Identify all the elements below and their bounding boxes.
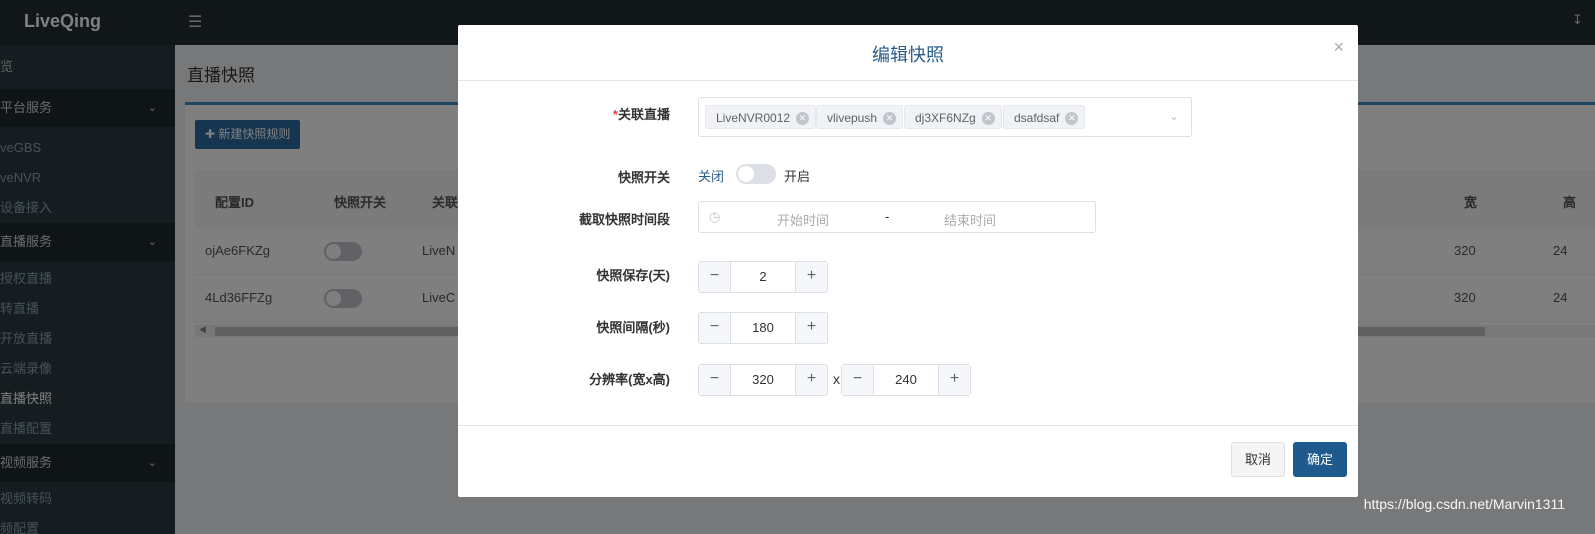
snapshot-switch-label: 快照开关 (617, 170, 670, 185)
edit-snapshot-dialog: 编辑快照 × *关联直播 LiveNVR0012 ✕ vlivepush ✕ dj3… (458, 25, 1358, 497)
resolution-width-input[interactable]: 320 (731, 372, 795, 387)
decrement-button[interactable]: − (699, 262, 731, 292)
interval-input[interactable]: 180 (731, 320, 795, 335)
snapshot-switch[interactable] (736, 164, 776, 184)
clock-icon: ◷ (709, 209, 721, 224)
live-tag-label: LiveNVR0012 (716, 111, 791, 125)
live-tag-label: dsafdsaf (1014, 111, 1060, 125)
dialog-title: 编辑快照 (872, 45, 944, 65)
switch-off-label[interactable]: 关闭 (698, 166, 724, 185)
interval-label: 快照间隔(秒) (596, 320, 670, 335)
dialog-header: 编辑快照 × (458, 25, 1358, 81)
tag-close-icon[interactable]: ✕ (981, 112, 995, 126)
related-live-select[interactable]: LiveNVR0012 ✕ vlivepush ✕ dj3XF6NZg ✕ dsafd… (698, 97, 1192, 137)
increment-button[interactable]: + (795, 313, 827, 343)
resolution-separator: x (833, 371, 840, 387)
related-live-label: *关联直播 (458, 104, 670, 123)
resolution-width-stepper: − 320 + (698, 364, 828, 396)
decrement-button[interactable]: − (699, 313, 731, 343)
keep-days-label: 快照保存(天) (596, 268, 670, 283)
chevron-down-icon[interactable]: ⌄ (1169, 109, 1179, 123)
interval-stepper: − 180 + (698, 312, 828, 344)
time-range-label: 截取快照时间段 (578, 212, 670, 227)
decrement-button[interactable]: − (699, 365, 731, 395)
live-tag: vlivepush ✕ (816, 105, 904, 129)
time-range-picker[interactable]: ◷ 开始时间 - 结束时间 (698, 201, 1096, 233)
increment-button[interactable]: + (795, 365, 827, 395)
keep-days-input[interactable]: 2 (731, 269, 795, 284)
start-time-input[interactable]: 开始时间 (777, 210, 829, 229)
switch-on-label[interactable]: 开启 (784, 166, 810, 185)
live-tag-label: dj3XF6NZg (915, 111, 976, 125)
live-tag: dj3XF6NZg ✕ (904, 105, 1002, 129)
related-live-label-text: 关联直播 (617, 107, 670, 122)
confirm-button[interactable]: 确定 (1293, 442, 1347, 477)
close-icon[interactable]: × (1333, 37, 1344, 58)
live-tag: LiveNVR0012 ✕ (705, 105, 817, 129)
dialog-footer: 取消 确定 (458, 425, 1358, 497)
tag-close-icon[interactable]: ✕ (796, 112, 810, 126)
live-tag-label: vlivepush (827, 111, 878, 125)
resolution-height-input[interactable]: 240 (874, 372, 938, 387)
tag-close-icon[interactable]: ✕ (1065, 112, 1079, 126)
tag-close-icon[interactable]: ✕ (883, 112, 897, 126)
increment-button[interactable]: + (938, 365, 970, 395)
resolution-label: 分辨率(宽x高) (589, 372, 670, 387)
end-time-input[interactable]: 结束时间 (944, 210, 996, 229)
watermark-text: https://blog.csdn.net/Marvin1311 (1363, 496, 1565, 512)
keep-days-stepper: − 2 + (698, 261, 828, 293)
resolution-height-stepper: − 240 + (841, 364, 971, 396)
cancel-button[interactable]: 取消 (1231, 442, 1285, 477)
increment-button[interactable]: + (795, 262, 827, 292)
live-tag: dsafdsaf ✕ (1003, 105, 1086, 129)
range-separator: - (885, 209, 890, 224)
decrement-button[interactable]: − (842, 365, 874, 395)
